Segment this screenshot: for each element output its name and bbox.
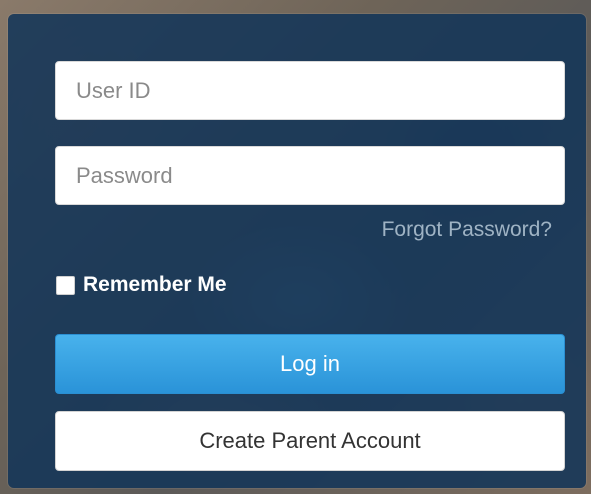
create-parent-account-button[interactable]: Create Parent Account <box>55 411 565 471</box>
remember-me-checkbox[interactable] <box>56 275 75 295</box>
remember-me-toggle[interactable]: Remember Me <box>56 273 227 297</box>
login-panel: Forgot Password? Remember Me Log in Crea… <box>8 14 586 488</box>
user-id-input[interactable] <box>55 61 565 120</box>
login-button[interactable]: Log in <box>55 334 565 394</box>
password-input[interactable] <box>55 146 565 205</box>
forgot-password-link[interactable]: Forgot Password? <box>382 218 552 242</box>
remember-me-label: Remember Me <box>83 273 227 296</box>
